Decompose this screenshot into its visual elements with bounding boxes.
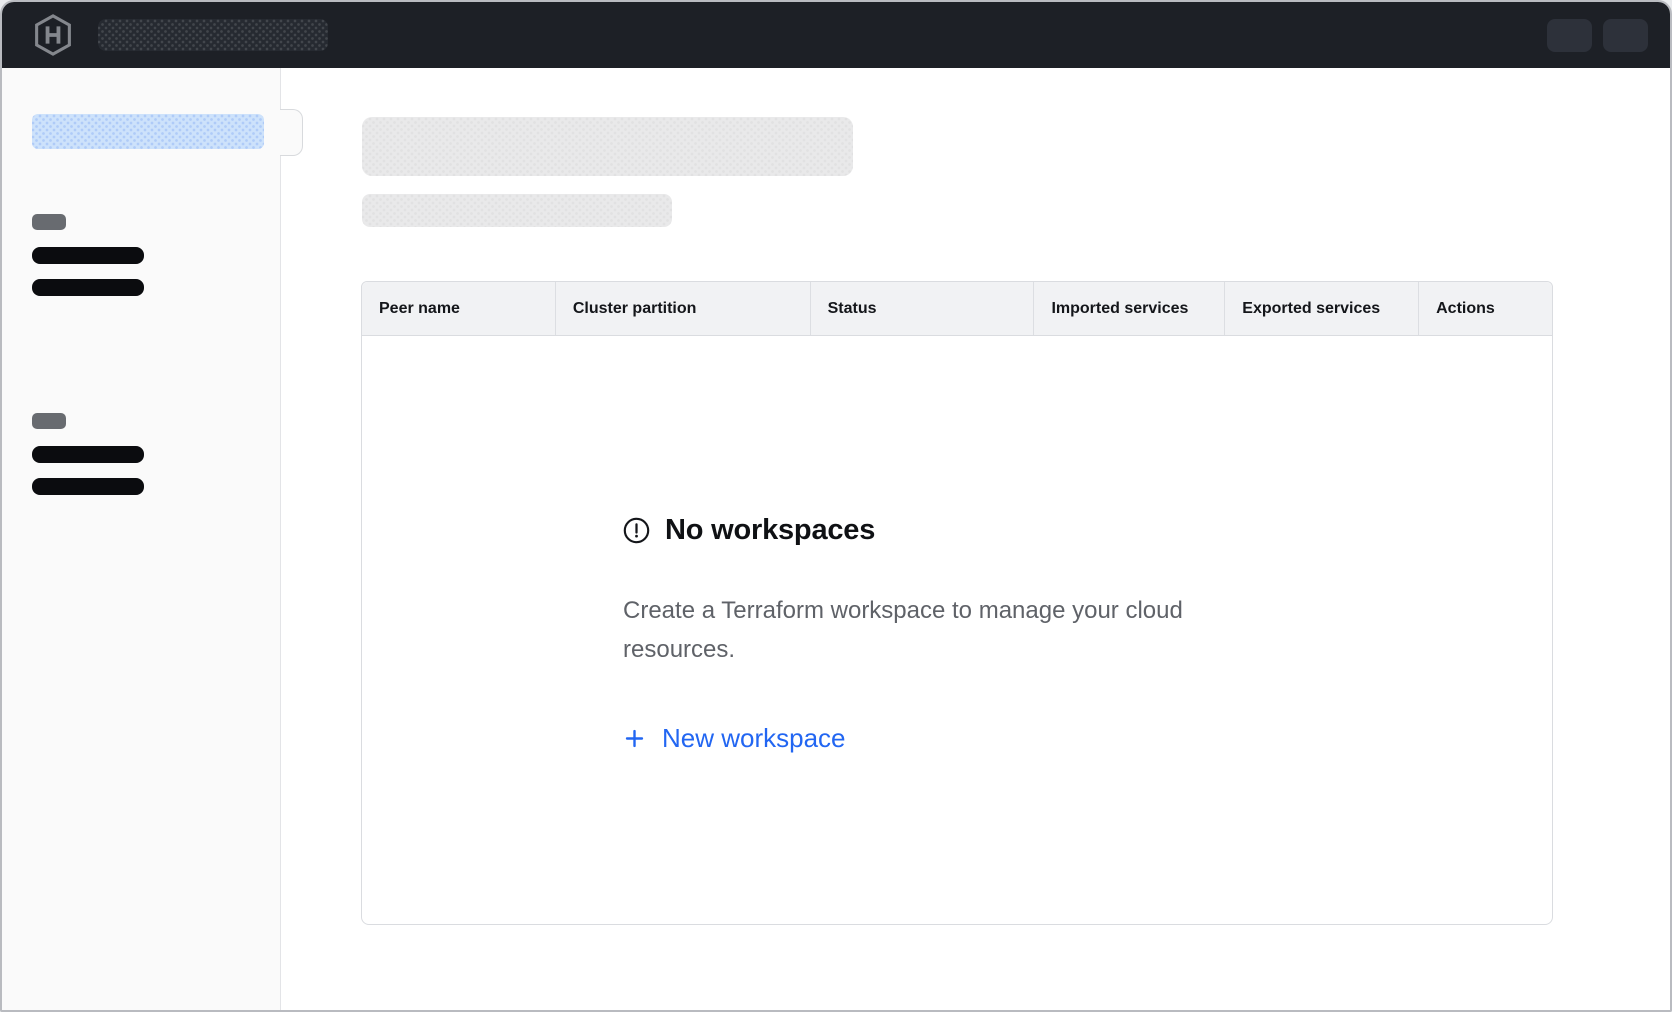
new-workspace-button[interactable]: New workspace xyxy=(623,723,846,754)
empty-state-header: No workspaces xyxy=(623,514,1201,547)
page-title-skeleton xyxy=(362,117,853,176)
sidebar-section-label-skeleton-1 xyxy=(32,214,66,230)
sidebar-item-skeleton-4[interactable] xyxy=(32,478,144,495)
peers-table: Peer name Cluster partition Status Impor… xyxy=(361,281,1553,925)
main-content: Peer name Cluster partition Status Impor… xyxy=(281,68,1670,1012)
empty-state-title: No workspaces xyxy=(665,514,875,547)
sidebar-section-label-skeleton-2 xyxy=(32,413,66,429)
topbar-button-skeleton-2[interactable] xyxy=(1603,19,1648,52)
hashicorp-logo-icon[interactable] xyxy=(32,12,74,58)
column-header-actions: Actions xyxy=(1419,282,1552,335)
table-body: No workspaces Create a Terraform workspa… xyxy=(362,336,1552,924)
sidebar-collapse-toggle[interactable] xyxy=(280,109,303,156)
column-header-imported-services: Imported services xyxy=(1034,282,1225,335)
sidebar-item-skeleton-2[interactable] xyxy=(32,279,144,296)
app-window: Peer name Cluster partition Status Impor… xyxy=(0,0,1672,1012)
new-workspace-label: New workspace xyxy=(662,723,846,754)
empty-state-description: Create a Terraform workspace to manage y… xyxy=(623,591,1201,669)
topbar-button-skeleton-1[interactable] xyxy=(1547,19,1592,52)
alert-circle-icon xyxy=(623,517,650,544)
column-header-cluster-partition: Cluster partition xyxy=(556,282,811,335)
column-header-status: Status xyxy=(811,282,1035,335)
table-header-row: Peer name Cluster partition Status Impor… xyxy=(362,282,1552,336)
sidebar-item-skeleton-3[interactable] xyxy=(32,446,144,463)
empty-state: No workspaces Create a Terraform workspa… xyxy=(623,514,1201,755)
content-row: Peer name Cluster partition Status Impor… xyxy=(2,68,1670,1012)
sidebar-item-selected-skeleton[interactable] xyxy=(32,114,264,149)
column-header-exported-services: Exported services xyxy=(1225,282,1419,335)
top-navigation-bar xyxy=(2,2,1670,68)
page-subtitle-skeleton xyxy=(362,194,672,227)
plus-icon xyxy=(623,727,646,750)
search-skeleton-placeholder[interactable] xyxy=(98,19,328,51)
sidebar-nav xyxy=(2,68,281,1012)
sidebar-item-skeleton-1[interactable] xyxy=(32,247,144,264)
column-header-peer-name: Peer name xyxy=(362,282,556,335)
